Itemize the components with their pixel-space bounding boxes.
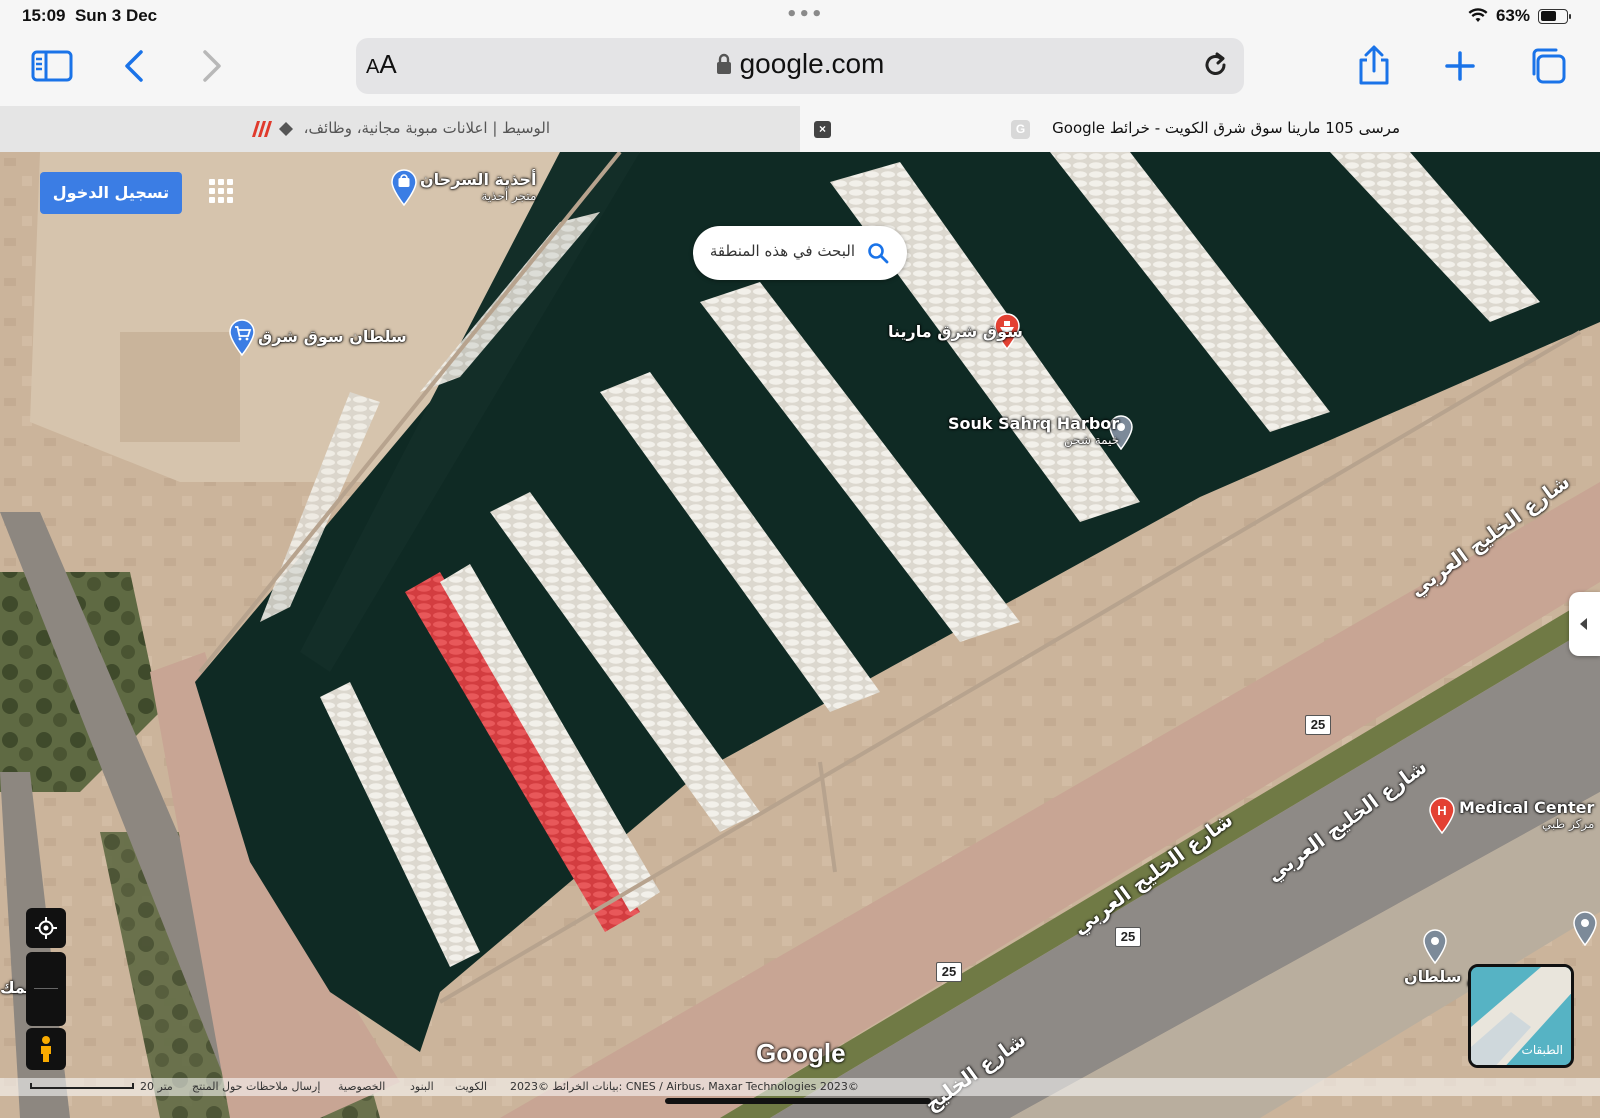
privacy-link[interactable]: الخصوصية xyxy=(338,1080,385,1093)
close-tab-button[interactable]: × xyxy=(814,121,831,138)
diamond-icon xyxy=(279,122,293,136)
forward-button[interactable] xyxy=(186,42,238,90)
region-label: الكويت xyxy=(455,1080,488,1093)
route-shield-25: 25 xyxy=(1115,927,1141,947)
chevron-left-icon xyxy=(125,50,143,82)
zoom-control[interactable] xyxy=(26,952,66,1026)
hospital-pin-icon[interactable]: H xyxy=(1428,796,1456,834)
battery-icon xyxy=(1538,8,1571,24)
crosshair-icon xyxy=(35,917,57,939)
tab-title: الوسيط | اعلانات مبوبة مجانية، وظائف، xyxy=(303,119,550,137)
multitasking-dots-icon[interactable]: ••• xyxy=(786,4,824,25)
search-this-area-button[interactable]: البحث في هذه المنطقة xyxy=(693,226,907,280)
google-logo: Google xyxy=(756,1038,846,1068)
layers-button[interactable]: الطبقات xyxy=(1468,964,1574,1068)
plus-icon xyxy=(1445,51,1475,81)
apps-grid-icon[interactable] xyxy=(209,179,233,203)
wifi-icon xyxy=(1468,8,1488,22)
terms-link[interactable]: البنود xyxy=(410,1080,434,1093)
feedback-link[interactable]: إرسال ملاحظات حول المنتج xyxy=(192,1080,320,1093)
map-pin-icon[interactable] xyxy=(1572,910,1598,946)
my-location-button[interactable] xyxy=(26,908,66,948)
tab-title: مرسى 105 مارينا سوق شرق الكويت - خرائط G… xyxy=(1052,119,1400,137)
address-bar[interactable]: AA google.com xyxy=(356,38,1244,94)
svg-text:H: H xyxy=(1437,803,1446,818)
browser-toolbar: AA google.com xyxy=(0,32,1600,106)
home-indicator[interactable] xyxy=(665,1098,931,1104)
lock-icon xyxy=(716,53,731,74)
sidebar-icon xyxy=(31,50,73,82)
status-right: 63% xyxy=(1468,6,1571,26)
map-footer: 20 متر إرسال ملاحظات حول المنتج الخصوصية… xyxy=(0,1078,1600,1096)
copyright: 2023© بيانات الخرائط: CNES / Airbus، Max… xyxy=(510,1080,859,1093)
url-domain[interactable]: google.com xyxy=(356,48,1244,80)
poi-sarhan[interactable]: أحذية السرحان متجر أحذية xyxy=(420,170,536,203)
tabs-icon xyxy=(1532,48,1566,84)
reload-icon[interactable] xyxy=(1202,50,1230,80)
alwaseet-favicon-icon xyxy=(252,121,272,137)
chevron-right-icon xyxy=(203,50,221,82)
map-pin-icon[interactable] xyxy=(1422,928,1448,964)
cart-pin-icon[interactable] xyxy=(228,318,256,356)
scale-bar xyxy=(30,1083,134,1089)
battery-percent: 63% xyxy=(1495,6,1530,25)
sidebar-toggle-button[interactable] xyxy=(26,42,78,90)
poi-sultan-market[interactable]: سلطان سوق شرق xyxy=(258,327,407,346)
street-view-pegman-button[interactable] xyxy=(26,1028,66,1070)
collapse-panel-handle[interactable] xyxy=(1569,592,1600,656)
google-favicon-icon: G xyxy=(1011,120,1030,139)
status-bar: 15:09 Sun 3 Dec ••• 63% xyxy=(0,0,1600,32)
back-button[interactable] xyxy=(108,42,160,90)
status-time: 15:09 Sun 3 Dec xyxy=(22,6,158,25)
satellite-imagery xyxy=(0,152,1600,1118)
tabs-overview-button[interactable] xyxy=(1522,42,1574,90)
shopping-bag-pin-icon[interactable] xyxy=(390,168,418,206)
tab-strip: الوسيط | اعلانات مبوبة مجانية، وظائف، × … xyxy=(0,106,1600,152)
poi-marina[interactable]: سوق شرق مارينا xyxy=(888,322,1023,341)
tab-google-maps[interactable]: × مرسى 105 مارينا سوق شرق الكويت - خرائط… xyxy=(800,106,1600,152)
scale-label: 20 متر xyxy=(140,1080,173,1093)
poi-medical-center[interactable]: Medical Center مركز طبي xyxy=(1459,798,1594,831)
poi-harbor[interactable]: Souk Sahrq Harbor خيمة شحن xyxy=(948,414,1119,447)
share-button[interactable] xyxy=(1348,42,1400,90)
new-tab-button[interactable] xyxy=(1434,42,1486,90)
route-shield-25: 25 xyxy=(936,962,962,982)
tab-alwaseet[interactable]: الوسيط | اعلانات مبوبة مجانية، وظائف، xyxy=(0,106,800,152)
pegman-icon xyxy=(41,1036,51,1062)
sign-in-button[interactable]: تسجيل الدخول xyxy=(40,172,182,214)
map-canvas[interactable]: تسجيل الدخول البحث في هذه المنطقة أحذية … xyxy=(0,152,1600,1118)
route-shield-25: 25 xyxy=(1305,715,1331,735)
share-icon xyxy=(1359,45,1389,85)
search-icon xyxy=(868,243,889,264)
